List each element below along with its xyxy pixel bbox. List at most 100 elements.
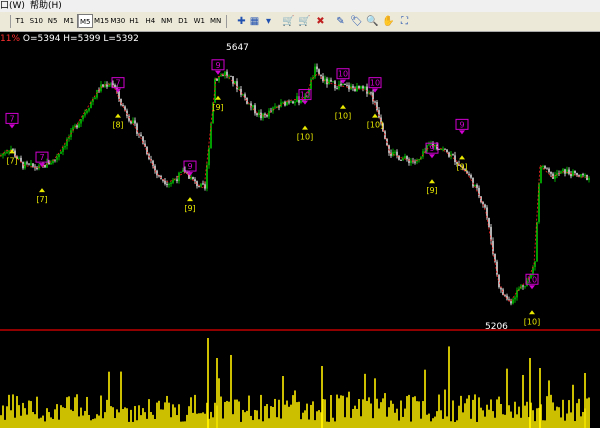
zoom-icon[interactable]: 🔍	[366, 15, 379, 28]
marker-arrow-up	[340, 104, 346, 109]
marker-label-top: 9	[459, 120, 464, 129]
volume-bar	[496, 399, 498, 428]
volume-bar	[186, 414, 188, 428]
volume-bar	[302, 412, 304, 428]
candle-body	[290, 101, 292, 103]
period-button-nm[interactable]: NM	[159, 14, 175, 28]
volume-bar	[92, 419, 94, 428]
volume-bar	[492, 411, 494, 428]
period-button-t1[interactable]: T1	[12, 14, 28, 28]
period-button-m1[interactable]: M1	[61, 14, 77, 28]
period-button-m30[interactable]: M30	[110, 14, 126, 28]
candle-body	[436, 145, 438, 149]
close-x-icon[interactable]: ✖	[314, 15, 327, 28]
marker-label-top: 10	[338, 70, 348, 79]
chart-plus-icon[interactable]: ✚	[235, 15, 248, 28]
candle-body	[336, 88, 338, 90]
candle-body	[18, 157, 20, 159]
candle-body	[564, 169, 566, 174]
marker-label-top: 10	[527, 275, 537, 284]
price-chart[interactable]: 7 [7] 7 [7] 7 [8] 9 [9] 9 [9] 10 [10] 10 [10] 10 [10] 9 […	[0, 32, 600, 428]
bookmark-icon[interactable]: ⛶	[398, 15, 411, 28]
wave-marker: 7 [7]	[35, 151, 49, 204]
volume-bar	[272, 406, 274, 428]
volume-bar	[386, 416, 388, 428]
low-price-label: 5206	[485, 322, 508, 332]
volume-bar	[276, 417, 278, 428]
volume-bar	[198, 413, 200, 428]
volume-bar	[478, 397, 480, 428]
candle-body	[378, 110, 380, 118]
candle-body	[202, 183, 204, 185]
candle-body	[482, 202, 484, 205]
marker-label-bottom: [9]	[212, 103, 223, 112]
comment-icon[interactable]: ✎	[334, 15, 347, 28]
menu-window[interactable]: 口(W)	[0, 0, 25, 12]
volume-bar	[244, 412, 246, 428]
candle-body	[4, 153, 6, 155]
period-button-d1[interactable]: D1	[175, 14, 191, 28]
volume-bar	[252, 420, 254, 428]
volume-bar	[434, 416, 436, 428]
period-button-h1[interactable]: H1	[126, 14, 142, 28]
candle-body	[476, 184, 478, 188]
volume-bar	[380, 402, 382, 428]
volume-bar	[66, 397, 68, 428]
candle-body	[178, 172, 180, 182]
period-button-w1[interactable]: W1	[191, 14, 207, 28]
menu-help[interactable]: 帮助(H)	[30, 0, 62, 12]
candle-body	[8, 150, 10, 152]
candle-body	[404, 156, 406, 159]
volume-bar	[228, 401, 230, 428]
candle-body	[514, 297, 516, 300]
volume-bar	[412, 397, 414, 428]
volume-bar	[430, 421, 432, 428]
volume-bar	[82, 415, 84, 428]
dropdown-arrow-icon[interactable]: ▾	[262, 15, 275, 28]
candle-body	[192, 176, 194, 180]
marker-arrow-up	[9, 149, 15, 154]
volume-bar	[578, 398, 580, 428]
candle-body	[182, 170, 184, 172]
volume-bar	[110, 406, 112, 428]
candle-body	[278, 106, 280, 108]
volume-bar	[454, 421, 456, 428]
grid-icon[interactable]: ▦	[248, 15, 261, 28]
marker-label-bottom: [7]	[6, 156, 17, 165]
volume-bar	[26, 414, 28, 428]
candle-body	[356, 85, 358, 92]
volume-bar	[574, 421, 576, 428]
period-button-s10[interactable]: S10	[28, 14, 44, 28]
period-button-mn[interactable]: MN	[208, 14, 224, 28]
period-button-m5[interactable]: M5	[77, 14, 94, 28]
cart-icon[interactable]: 🛒	[298, 15, 311, 28]
marker-label-top: 10	[300, 91, 310, 100]
candle-body	[582, 174, 584, 176]
volume-bar	[526, 401, 528, 428]
period-button-n5[interactable]: N5	[45, 14, 61, 28]
candle-body	[406, 156, 408, 160]
period-button-m15[interactable]: M15	[94, 14, 110, 28]
volume-bar	[368, 397, 370, 428]
volume-bar	[240, 421, 242, 428]
volume-bar	[432, 418, 434, 428]
candle-body	[242, 94, 244, 96]
volume-bar	[338, 398, 340, 428]
candle-body	[542, 166, 544, 168]
volume-bar	[416, 401, 418, 428]
marker-label-bottom: [10]	[335, 112, 351, 121]
wave-marker: 10 [10]	[335, 68, 351, 121]
candle-body	[284, 101, 286, 106]
tag-icon[interactable]: 🏷	[350, 15, 363, 28]
candle-body	[512, 299, 514, 304]
cart-add-icon[interactable]: 🛒	[282, 15, 295, 28]
candle-body	[194, 179, 196, 182]
period-button-h4[interactable]: H4	[142, 14, 158, 28]
candle-body	[446, 149, 448, 153]
volume-bar	[78, 416, 80, 428]
volume-bar	[60, 405, 62, 428]
volume-bar	[118, 412, 120, 428]
candle-body	[516, 290, 518, 298]
hand-icon[interactable]: ✋	[382, 15, 395, 28]
volume-bar	[68, 396, 70, 428]
